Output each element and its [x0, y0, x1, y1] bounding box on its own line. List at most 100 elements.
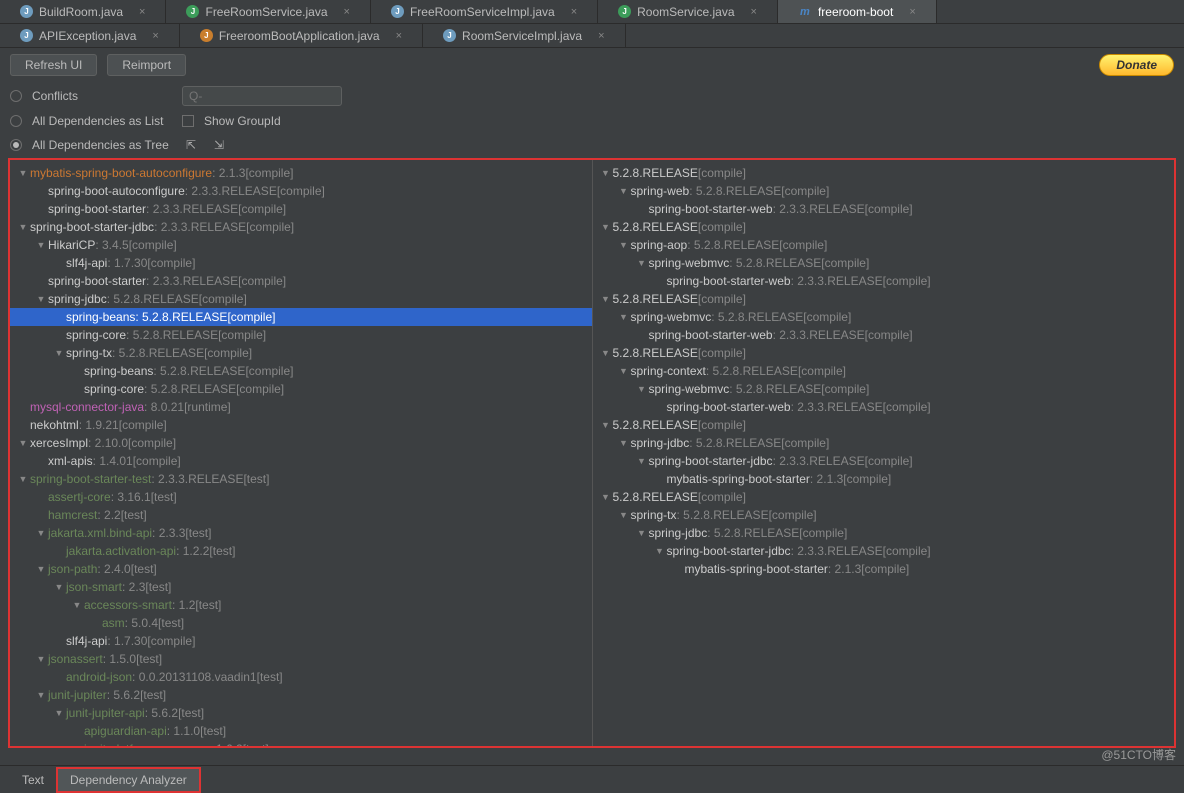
tree-node[interactable]: ▼jsonassert : 1.5.0 [test] [10, 650, 592, 668]
tree-node[interactable]: ▼5.2.8.RELEASE [compile] [593, 290, 1175, 308]
tree-node[interactable]: ▼spring-tx : 5.2.8.RELEASE [compile] [10, 344, 592, 362]
close-icon[interactable]: × [571, 6, 577, 18]
tree-node[interactable]: ▼5.2.8.RELEASE [compile] [593, 164, 1175, 182]
expand-arrow-icon[interactable]: ▼ [36, 690, 46, 700]
tree-node[interactable]: ▼spring-boot-starter-jdbc : 2.3.3.RELEAS… [10, 218, 592, 236]
tree-node[interactable]: ▼spring-jdbc : 5.2.8.RELEASE [compile] [593, 524, 1175, 542]
tree-node[interactable]: ▼spring-web : 5.2.8.RELEASE [compile] [593, 182, 1175, 200]
expand-arrow-icon[interactable]: ▼ [601, 222, 611, 232]
tree-node[interactable]: ▼xercesImpl : 2.10.0 [compile] [10, 434, 592, 452]
tree-node[interactable]: slf4j-api : 1.7.30 [compile] [10, 254, 592, 272]
expand-arrow-icon[interactable]: ▼ [36, 654, 46, 664]
tree-node[interactable]: spring-beans : 5.2.8.RELEASE [compile] [10, 362, 592, 380]
expand-arrow-icon[interactable]: ▼ [619, 510, 629, 520]
expand-arrow-icon[interactable]: ▼ [601, 492, 611, 502]
tree-node[interactable]: spring-core : 5.2.8.RELEASE [compile] [10, 326, 592, 344]
expand-arrow-icon[interactable]: ▼ [601, 168, 611, 178]
tree-node[interactable]: spring-boot-starter-web : 2.3.3.RELEASE … [593, 200, 1175, 218]
all-list-radio[interactable] [10, 115, 22, 127]
tree-node[interactable]: spring-boot-starter : 2.3.3.RELEASE [com… [10, 200, 592, 218]
tree-node[interactable]: ▼json-smart : 2.3 [test] [10, 578, 592, 596]
tree-node[interactable]: slf4j-api : 1.7.30 [compile] [10, 632, 592, 650]
editor-tab[interactable]: JFreeroomBootApplication.java× [180, 24, 423, 47]
expand-arrow-icon[interactable]: ▼ [619, 438, 629, 448]
tree-node[interactable]: mybatis-spring-boot-starter : 2.1.3 [com… [593, 470, 1175, 488]
tree-node[interactable]: spring-boot-autoconfigure : 2.3.3.RELEAS… [10, 182, 592, 200]
tree-node[interactable]: ▼spring-webmvc : 5.2.8.RELEASE [compile] [593, 254, 1175, 272]
right-usages-pane[interactable]: ▼5.2.8.RELEASE [compile]▼spring-web : 5.… [593, 160, 1175, 746]
tree-node[interactable]: ▼5.2.8.RELEASE [compile] [593, 344, 1175, 362]
tab-text[interactable]: Text [10, 769, 56, 791]
tree-node[interactable]: ▼5.2.8.RELEASE [compile] [593, 416, 1175, 434]
tree-node[interactable]: ▼accessors-smart : 1.2 [test] [10, 596, 592, 614]
tree-node[interactable]: mybatis-spring-boot-starter : 2.1.3 [com… [593, 560, 1175, 578]
tree-node[interactable]: assertj-core : 3.16.1 [test] [10, 488, 592, 506]
reimport-button[interactable]: Reimport [107, 54, 186, 76]
tree-node[interactable]: spring-beans : 5.2.8.RELEASE [compile] [10, 308, 592, 326]
expand-arrow-icon[interactable]: ▼ [18, 168, 28, 178]
expand-arrow-icon[interactable]: ▼ [36, 528, 46, 538]
expand-arrow-icon[interactable]: ▼ [18, 222, 28, 232]
tree-node[interactable]: spring-boot-starter-web : 2.3.3.RELEASE … [593, 326, 1175, 344]
tree-node[interactable]: spring-boot-starter-web : 2.3.3.RELEASE … [593, 398, 1175, 416]
tree-node[interactable]: ▼spring-jdbc : 5.2.8.RELEASE [compile] [593, 434, 1175, 452]
close-icon[interactable]: × [139, 6, 145, 18]
refresh-button[interactable]: Refresh UI [10, 54, 97, 76]
tree-node[interactable]: ▼spring-boot-starter-jdbc : 2.3.3.RELEAS… [593, 452, 1175, 470]
tree-node[interactable]: ▼spring-jdbc : 5.2.8.RELEASE [compile] [10, 290, 592, 308]
search-input[interactable] [182, 86, 342, 106]
editor-tab[interactable]: JFreeRoomService.java× [166, 0, 370, 23]
expand-arrow-icon[interactable]: ▼ [54, 348, 64, 358]
expand-arrow-icon[interactable]: ▼ [637, 528, 647, 538]
tree-node[interactable]: apiguardian-api : 1.1.0 [test] [10, 722, 592, 740]
tree-node[interactable]: spring-boot-starter-web : 2.3.3.RELEASE … [593, 272, 1175, 290]
expand-arrow-icon[interactable]: ▼ [619, 240, 629, 250]
expand-arrow-icon[interactable]: ▼ [36, 564, 46, 574]
editor-tab[interactable]: JFreeRoomServiceImpl.java× [371, 0, 598, 23]
tree-node[interactable]: ▼spring-aop : 5.2.8.RELEASE [compile] [593, 236, 1175, 254]
expand-arrow-icon[interactable]: ▼ [601, 348, 611, 358]
expand-arrow-icon[interactable]: ▼ [601, 420, 611, 430]
editor-tab[interactable]: JRoomServiceImpl.java× [423, 24, 625, 47]
tree-node[interactable]: spring-core : 5.2.8.RELEASE [compile] [10, 380, 592, 398]
expand-arrow-icon[interactable]: ▼ [601, 294, 611, 304]
expand-arrow-icon[interactable]: ▼ [637, 384, 647, 394]
close-icon[interactable]: × [344, 6, 350, 18]
show-groupid-checkbox[interactable] [182, 115, 194, 127]
all-tree-radio[interactable] [10, 139, 22, 151]
expand-arrow-icon[interactable]: ▼ [619, 312, 629, 322]
tab-dependency-analyzer[interactable]: Dependency Analyzer [56, 767, 201, 793]
expand-arrow-icon[interactable]: ▼ [619, 366, 629, 376]
expand-arrow-icon[interactable]: ▼ [72, 744, 82, 746]
editor-tab[interactable]: JRoomService.java× [598, 0, 778, 23]
expand-all-icon[interactable]: ⇱ [182, 136, 200, 154]
expand-arrow-icon[interactable]: ▼ [637, 456, 647, 466]
expand-arrow-icon[interactable]: ▼ [54, 708, 64, 718]
expand-arrow-icon[interactable]: ▼ [637, 258, 647, 268]
editor-tab[interactable]: JBuildRoom.java× [0, 0, 166, 23]
expand-arrow-icon[interactable]: ▼ [54, 582, 64, 592]
tree-node[interactable]: spring-boot-starter : 2.3.3.RELEASE [com… [10, 272, 592, 290]
expand-arrow-icon[interactable]: ▼ [72, 600, 82, 610]
tree-node[interactable]: mysql-connector-java : 8.0.21 [runtime] [10, 398, 592, 416]
expand-arrow-icon[interactable]: ▼ [655, 546, 665, 556]
close-icon[interactable]: × [396, 30, 402, 42]
left-tree-pane[interactable]: ▼mybatis-spring-boot-autoconfigure : 2.1… [10, 160, 593, 746]
tree-node[interactable]: ▼spring-context : 5.2.8.RELEASE [compile… [593, 362, 1175, 380]
close-icon[interactable]: × [152, 30, 158, 42]
donate-button[interactable]: Donate [1099, 54, 1174, 76]
tree-node[interactable]: ▼jakarta.xml.bind-api : 2.3.3 [test] [10, 524, 592, 542]
expand-arrow-icon[interactable]: ▼ [36, 294, 46, 304]
tree-node[interactable]: ▼5.2.8.RELEASE [compile] [593, 218, 1175, 236]
expand-arrow-icon[interactable]: ▼ [18, 438, 28, 448]
tree-node[interactable]: ▼mybatis-spring-boot-autoconfigure : 2.1… [10, 164, 592, 182]
tree-node[interactable]: ▼spring-webmvc : 5.2.8.RELEASE [compile] [593, 380, 1175, 398]
conflicts-radio[interactable] [10, 90, 22, 102]
tree-node[interactable]: ▼junit-jupiter : 5.6.2 [test] [10, 686, 592, 704]
editor-tab[interactable]: mfreeroom-boot× [778, 0, 937, 23]
tree-node[interactable]: ▼junit-platform-commons : 1.6.2 [test] [10, 740, 592, 746]
tree-node[interactable]: ▼json-path : 2.4.0 [test] [10, 560, 592, 578]
tree-node[interactable]: ▼HikariCP : 3.4.5 [compile] [10, 236, 592, 254]
tree-node[interactable]: ▼spring-webmvc : 5.2.8.RELEASE [compile] [593, 308, 1175, 326]
close-icon[interactable]: × [909, 6, 915, 18]
